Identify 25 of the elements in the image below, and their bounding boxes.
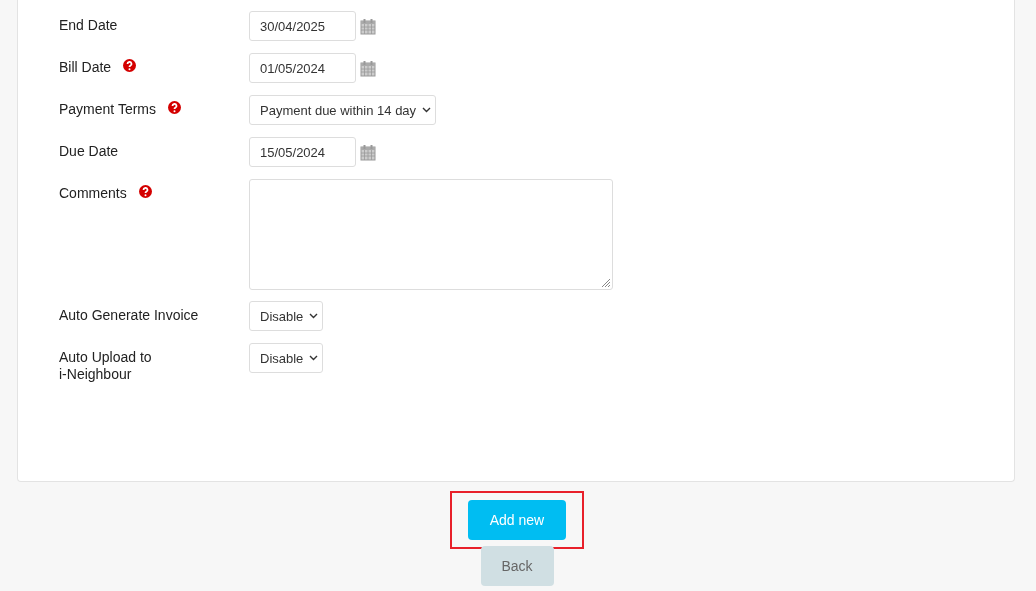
chevron-down-icon — [309, 355, 319, 361]
field-label: Auto Generate Invoice — [59, 307, 199, 324]
select-field[interactable]: Disable — [249, 301, 324, 331]
chevron-down-icon — [309, 313, 319, 319]
help-icon[interactable] — [168, 101, 181, 114]
chevron-down-icon — [422, 107, 432, 113]
back-button[interactable]: Back — [480, 546, 554, 586]
help-icon[interactable] — [138, 185, 152, 198]
field-label: Comments — [59, 185, 127, 202]
calendar-icon[interactable] — [360, 143, 376, 161]
date-field[interactable]: 01/05/2024 — [249, 53, 356, 83]
calendar-icon[interactable] — [360, 59, 376, 77]
field-label: Payment Terms — [59, 101, 156, 118]
resize-grip-icon[interactable] — [600, 277, 611, 288]
select-field[interactable]: Payment due within 14 day — [249, 95, 437, 125]
calendar-icon[interactable] — [360, 17, 376, 35]
field-label: Due Date — [59, 143, 119, 160]
date-field[interactable]: 15/05/2024 — [249, 137, 356, 167]
field-label: Auto Upload to i-Neighbour — [59, 349, 152, 383]
field-label: End Date — [59, 17, 118, 34]
date-field[interactable]: 30/04/2025 — [249, 11, 356, 41]
help-icon[interactable] — [123, 59, 137, 72]
field-label: Bill Date — [59, 59, 112, 76]
select-field[interactable]: Disable — [249, 343, 324, 373]
comments-field[interactable] — [249, 179, 613, 290]
